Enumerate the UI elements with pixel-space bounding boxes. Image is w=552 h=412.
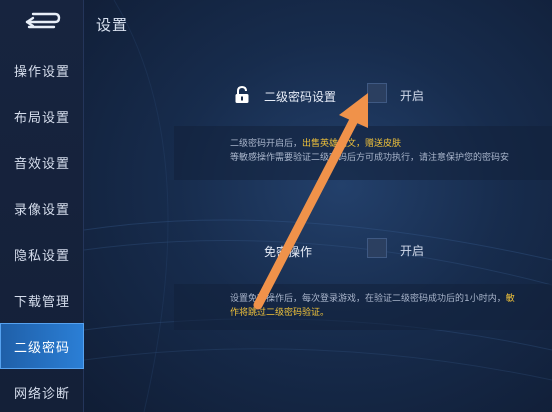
sidebar-item-secondary-password[interactable]: 二级密码 <box>0 323 84 369</box>
sidebar-item-label: 下载管理 <box>13 294 70 310</box>
sidebar-item-privacy[interactable]: 隐私设置 <box>0 231 84 277</box>
sidebar-item-network[interactable]: 网络诊断 <box>0 369 84 412</box>
sidebar-item-download[interactable]: 下载管理 <box>0 277 84 323</box>
secondary-password-description: 二级密码开启后，出售英雄铭文，赠送皮肤 等敏感操作需要验证二级密码后方可成功执行… <box>174 126 552 180</box>
sidebar-item-label: 操作设置 <box>13 64 70 80</box>
password-free-description: 设置免密操作后，每次登录游戏，在验证二级密码成功后的1小时内，敏 作将跳过二级密… <box>174 284 552 330</box>
sidebar-item-label: 录像设置 <box>13 202 70 218</box>
settings-panel: 设置 二级密码设置 开启 二级密码开启后，出售英雄铭文，赠送皮肤 等敏感操作需要… <box>84 0 552 412</box>
sidebar-item-recording[interactable]: 录像设置 <box>0 185 84 231</box>
sidebar-item-label: 布局设置 <box>13 110 70 126</box>
page-title: 设置 <box>96 16 129 34</box>
sidebar-item-label: 隐私设置 <box>13 248 70 264</box>
password-free-toggle-label: 开启 <box>400 244 425 258</box>
sidebar-item-label: 二级密码 <box>13 340 70 356</box>
sidebar-item-operation[interactable]: 操作设置 <box>0 47 84 93</box>
sidebar-item-sound[interactable]: 音效设置 <box>0 139 84 185</box>
sidebar-item-label: 音效设置 <box>13 156 70 172</box>
lock-icon <box>235 86 249 103</box>
back-button[interactable] <box>0 0 84 44</box>
background-decoration <box>84 0 552 412</box>
password-free-label: 免密操作 <box>264 245 313 259</box>
sidebar: 操作设置 布局设置 音效设置 录像设置 隐私设置 下载管理 二级密码 网络诊断 <box>0 0 84 412</box>
password-free-checkbox[interactable] <box>367 238 387 258</box>
secondary-password-checkbox[interactable] <box>367 83 387 103</box>
back-arrow-icon <box>25 12 61 29</box>
secondary-password-toggle-label: 开启 <box>400 89 425 103</box>
sidebar-item-layout[interactable]: 布局设置 <box>0 93 84 139</box>
sidebar-item-label: 网络诊断 <box>13 386 70 402</box>
secondary-password-label: 二级密码设置 <box>264 90 337 104</box>
